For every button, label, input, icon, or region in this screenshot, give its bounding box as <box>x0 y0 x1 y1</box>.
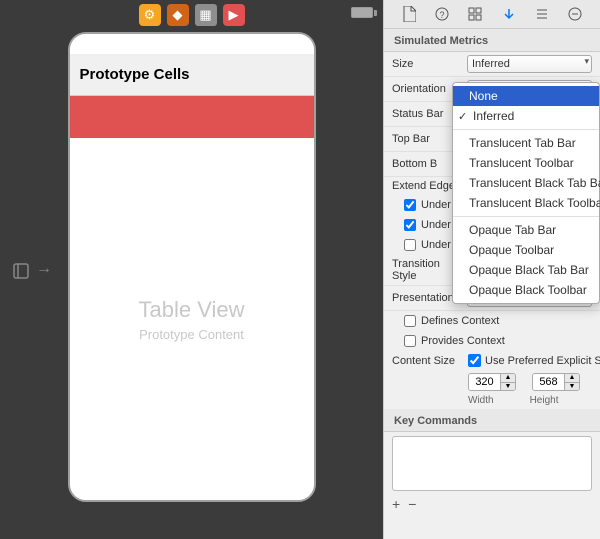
inspector-panel: ? <box>383 0 600 539</box>
toolbar-icon-shape[interactable]: ◆ <box>167 4 189 26</box>
prototype-content-label: Prototype Content <box>139 327 244 342</box>
dropdown-item-translucent-black-tab-bar[interactable]: Translucent Black Tab Bar <box>453 173 599 193</box>
inspector-icon-arrow[interactable] <box>499 4 519 24</box>
dropdown-separator-1 <box>453 129 599 130</box>
defines-context-row: Defines Context <box>384 311 600 331</box>
inspector-icon-file[interactable] <box>399 4 419 24</box>
height-input[interactable] <box>533 373 565 391</box>
dropdown-item-translucent-black-toolbar[interactable]: Translucent Black Toolbar <box>453 193 599 213</box>
height-stepper-buttons: ▲ ▼ <box>565 373 579 391</box>
phone-content: Table View Prototype Content <box>70 96 314 500</box>
dropdown-item-translucent-tab-bar[interactable]: Translucent Tab Bar <box>453 133 599 153</box>
arrow-right-icon: → <box>36 260 52 278</box>
width-stepper[interactable]: ▲ ▼ <box>468 373 516 391</box>
under-opaque-bars-checkbox[interactable] <box>404 239 416 251</box>
dropdown-item-translucent-toolbar[interactable]: Translucent Toolbar <box>453 153 599 173</box>
size-label: Size <box>392 58 467 70</box>
inspector-top-icons: ? <box>384 0 600 29</box>
key-commands-add-button[interactable]: + <box>392 497 400 511</box>
inspector-icon-help[interactable]: ? <box>432 4 452 24</box>
width-increment-btn[interactable]: ▲ <box>501 373 515 383</box>
inspector-icon-circle[interactable] <box>565 4 585 24</box>
width-label: Width <box>468 395 494 406</box>
provides-context-checkbox[interactable] <box>404 335 416 347</box>
top-toolbar: ⚙ ◆ ▦ ▶ <box>0 0 383 30</box>
dropdown-item-inferred[interactable]: ✓Inferred <box>453 106 599 126</box>
defines-context-checkbox[interactable] <box>404 315 416 327</box>
key-commands-title: Key Commands <box>384 409 600 432</box>
dropdown-separator-2 <box>453 216 599 217</box>
phone-status-bar <box>70 34 314 54</box>
svg-text:?: ? <box>439 10 444 20</box>
simulated-metrics-title: Simulated Metrics <box>384 29 600 52</box>
dropdown-item-none[interactable]: None <box>453 86 599 106</box>
defines-context-label: Defines Context <box>421 315 499 327</box>
phone-nav-bar: Prototype Cells <box>70 54 314 96</box>
width-input[interactable] <box>469 373 501 391</box>
dropdown-item-opaque-toolbar[interactable]: Opaque Toolbar <box>453 240 599 260</box>
under-bottom-bars-checkbox[interactable] <box>404 219 416 231</box>
inspector-icon-list[interactable] <box>532 4 552 24</box>
under-top-bars-checkbox[interactable] <box>404 199 416 211</box>
width-decrement-btn[interactable]: ▼ <box>501 383 515 392</box>
key-commands-section <box>384 432 600 495</box>
size-select[interactable]: Inferred <box>467 55 592 73</box>
key-commands-footer: + − <box>384 495 600 513</box>
height-decrement-btn[interactable]: ▼ <box>565 383 579 392</box>
use-preferred-label: Use Preferred Explicit Size <box>485 355 600 367</box>
inspector-icon-grid[interactable] <box>465 4 485 24</box>
left-panel-icon[interactable] <box>10 260 32 282</box>
key-commands-remove-button[interactable]: − <box>408 497 416 511</box>
content-size-row: Content Size Use Preferred Explicit Size <box>384 351 600 370</box>
height-label: Height <box>530 395 559 406</box>
toolbar-icon-grid[interactable]: ▦ <box>195 4 217 26</box>
use-preferred-checkbox[interactable] <box>468 354 481 367</box>
table-view-label: Table View <box>139 297 245 323</box>
dropdown-item-opaque-black-toolbar[interactable]: Opaque Black Toolbar <box>453 280 599 300</box>
dropdown-item-opaque-black-tab-bar[interactable]: Opaque Black Tab Bar <box>453 260 599 280</box>
size-select-wrapper[interactable]: Inferred <box>467 55 592 73</box>
height-increment-btn[interactable]: ▲ <box>565 373 579 383</box>
toolbar-icon-settings[interactable]: ⚙ <box>139 4 161 26</box>
table-view-placeholder: Table View Prototype Content <box>70 138 314 500</box>
dropdown-item-opaque-tab-bar[interactable]: Opaque Tab Bar <box>453 220 599 240</box>
wh-labels: Width Height <box>384 394 600 409</box>
battery-icon <box>351 7 373 18</box>
width-stepper-buttons: ▲ ▼ <box>501 373 515 391</box>
provides-context-label: Provides Context <box>421 335 505 347</box>
provides-context-row: Provides Context <box>384 331 600 351</box>
height-stepper[interactable]: ▲ ▼ <box>532 373 580 391</box>
red-cell <box>70 96 314 138</box>
status-bar-dropdown: None ✓Inferred Translucent Tab Bar Trans… <box>452 82 600 304</box>
phone-frame: Prototype Cells Table View Prototype Con… <box>68 32 316 502</box>
prototype-cells-title: Prototype Cells <box>80 66 190 83</box>
content-size-numbers-row: ▲ ▼ ▲ ▼ <box>384 370 600 394</box>
canvas-area: ⚙ ◆ ▦ ▶ Prototype Cells Table View Proto… <box>0 0 383 539</box>
key-commands-box <box>392 436 592 491</box>
size-row: Size Inferred <box>384 52 600 77</box>
content-size-label: Content Size <box>392 355 464 367</box>
toolbar-icon-play[interactable]: ▶ <box>223 4 245 26</box>
